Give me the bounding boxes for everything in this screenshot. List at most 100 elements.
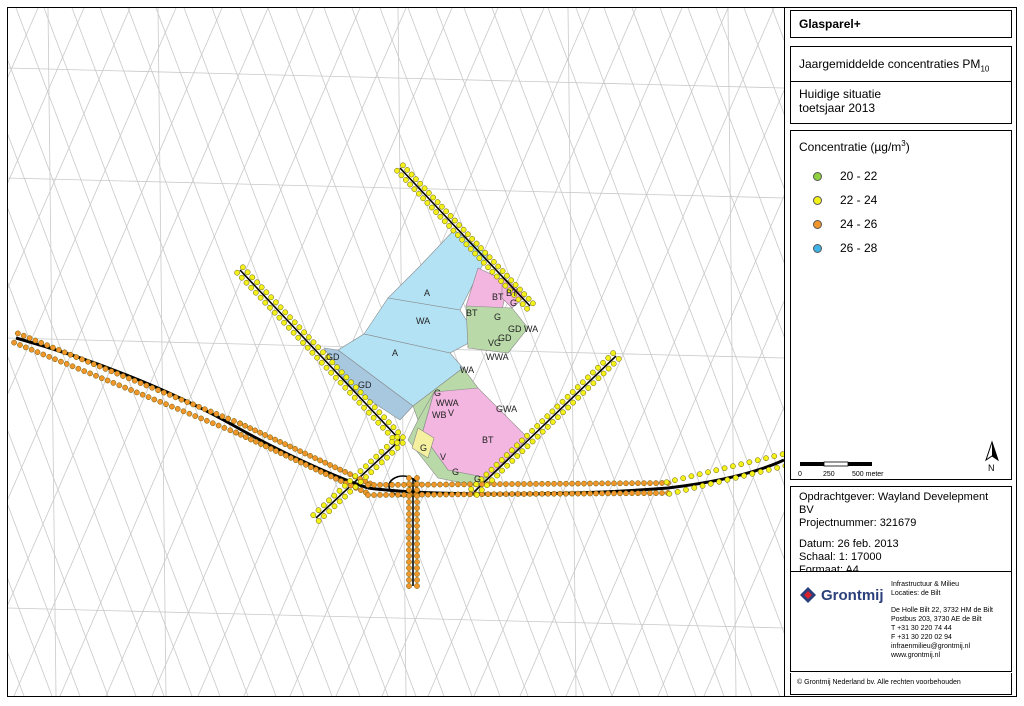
- concentration-point: [439, 203, 445, 210]
- zone-label: A: [392, 348, 398, 358]
- concentration-point: [85, 358, 91, 365]
- concentration-point: [414, 583, 420, 589]
- concentration-point: [629, 480, 635, 487]
- copyright-text: © Grontmij Nederland bv. Alle rechten vo…: [797, 679, 961, 686]
- map-canvas: AWAAGDGDBTBTBTBTGGGD WAVGGDWWAWAGWWAWB V GW…: [8, 8, 784, 696]
- zone-label: G: [434, 388, 441, 398]
- concentration-point: [385, 419, 392, 426]
- concentration-point: [303, 461, 309, 468]
- concentration-point: [155, 387, 161, 394]
- concentration-point: [499, 467, 505, 474]
- company-email[interactable]: infraenmilieu@grontmij.nl: [891, 642, 1011, 651]
- concentration-point: [406, 529, 412, 535]
- concentration-point: [297, 448, 303, 455]
- concentration-point: [414, 523, 420, 529]
- parcel-line: [715, 8, 784, 190]
- concentration-point: [569, 490, 575, 497]
- concentration-point: [696, 471, 703, 478]
- concentration-point: [394, 434, 401, 440]
- concentration-point: [213, 411, 220, 417]
- parcel-line: [565, 195, 784, 696]
- concentration-point: [328, 473, 334, 480]
- concentration-point: [575, 490, 581, 497]
- concentration-point: [406, 553, 412, 559]
- zone-label: GD: [498, 333, 512, 343]
- concentration-point: [242, 422, 248, 429]
- concentration-point: [313, 466, 319, 473]
- concentration-point: [375, 419, 382, 426]
- concentration-point: [551, 490, 557, 497]
- concentration-point: [512, 282, 519, 288]
- company-name: Grontmij: [821, 586, 884, 604]
- concentration-point: [406, 559, 412, 565]
- concentration-point: [50, 344, 56, 351]
- concentration-point: [110, 380, 117, 386]
- concentration-point: [499, 268, 506, 274]
- concentration-point: [587, 480, 593, 487]
- heading-box: Jaargemiddelde concentraties PM10: [790, 46, 1012, 82]
- map-view[interactable]: A WA A GD GD BT BT BT BT G G GD WA VG GD WWA WA G WWA WB V GW…: [8, 8, 785, 696]
- legend-item: 22 - 24: [799, 188, 1003, 212]
- concentration-point: [484, 482, 490, 489]
- concentration-point: [425, 491, 431, 498]
- parcel-line: [43, 8, 305, 696]
- concentration-point: [126, 375, 132, 382]
- concentration-point: [485, 491, 491, 498]
- parcel-line: [603, 8, 784, 486]
- concentration-point: [243, 434, 249, 441]
- concentration-point: [579, 379, 586, 386]
- concentration-point: [26, 335, 33, 341]
- company-website[interactable]: www.grontmij.nl: [891, 651, 1011, 660]
- concentration-point: [414, 481, 420, 487]
- zone-label: BT: [482, 435, 494, 445]
- concentration-point: [486, 254, 493, 261]
- concentration-point: [641, 490, 647, 497]
- scale-label-500: 500 meter: [852, 471, 884, 478]
- parcel-line: [8, 607, 784, 629]
- concentration-point: [318, 468, 324, 475]
- concentration-point: [672, 477, 678, 484]
- concentration-point: [178, 396, 185, 403]
- concentration-point: [295, 334, 302, 341]
- concentration-point: [357, 468, 364, 475]
- concentration-point: [738, 461, 745, 468]
- concentration-point: [623, 480, 629, 487]
- concentration-point: [73, 354, 80, 360]
- concentration-point: [401, 491, 407, 498]
- concentration-point: [408, 171, 415, 178]
- concentration-point: [437, 213, 444, 220]
- legend-dot-icon: [813, 195, 822, 205]
- concentration-point: [174, 406, 181, 412]
- concentration-point: [414, 511, 420, 517]
- concentration-point: [485, 264, 491, 271]
- concentration-point: [599, 480, 605, 487]
- concentration-point: [763, 455, 769, 462]
- concentration-point: [283, 452, 289, 459]
- concentration-point: [315, 507, 322, 514]
- concentration-point: [593, 490, 599, 497]
- concentration-point: [663, 479, 670, 486]
- concentration-point: [323, 471, 329, 477]
- concentration-point: [327, 462, 333, 468]
- legend-title-end: ): [905, 140, 910, 154]
- concentration-point: [508, 447, 515, 454]
- concentration-point: [368, 458, 374, 465]
- concentration-point: [653, 480, 659, 486]
- concentration-point: [394, 439, 400, 446]
- concentration-point: [557, 480, 563, 487]
- concentration-point: [253, 438, 259, 445]
- concentration-point: [40, 351, 47, 358]
- concentration-point: [323, 364, 330, 371]
- north-label: N: [988, 463, 995, 473]
- zone-label: WA: [460, 365, 474, 375]
- concentration-point: [545, 480, 551, 487]
- concentration-point: [659, 480, 665, 486]
- concentration-point: [525, 295, 532, 302]
- company-dept: Infrastructuur & Milieu: [891, 581, 960, 588]
- concentration-point: [262, 299, 269, 306]
- concentration-point: [402, 177, 409, 183]
- concentration-point: [450, 227, 457, 234]
- concentration-point: [404, 167, 411, 173]
- parcel-line: [8, 67, 784, 89]
- concentration-point: [244, 269, 251, 276]
